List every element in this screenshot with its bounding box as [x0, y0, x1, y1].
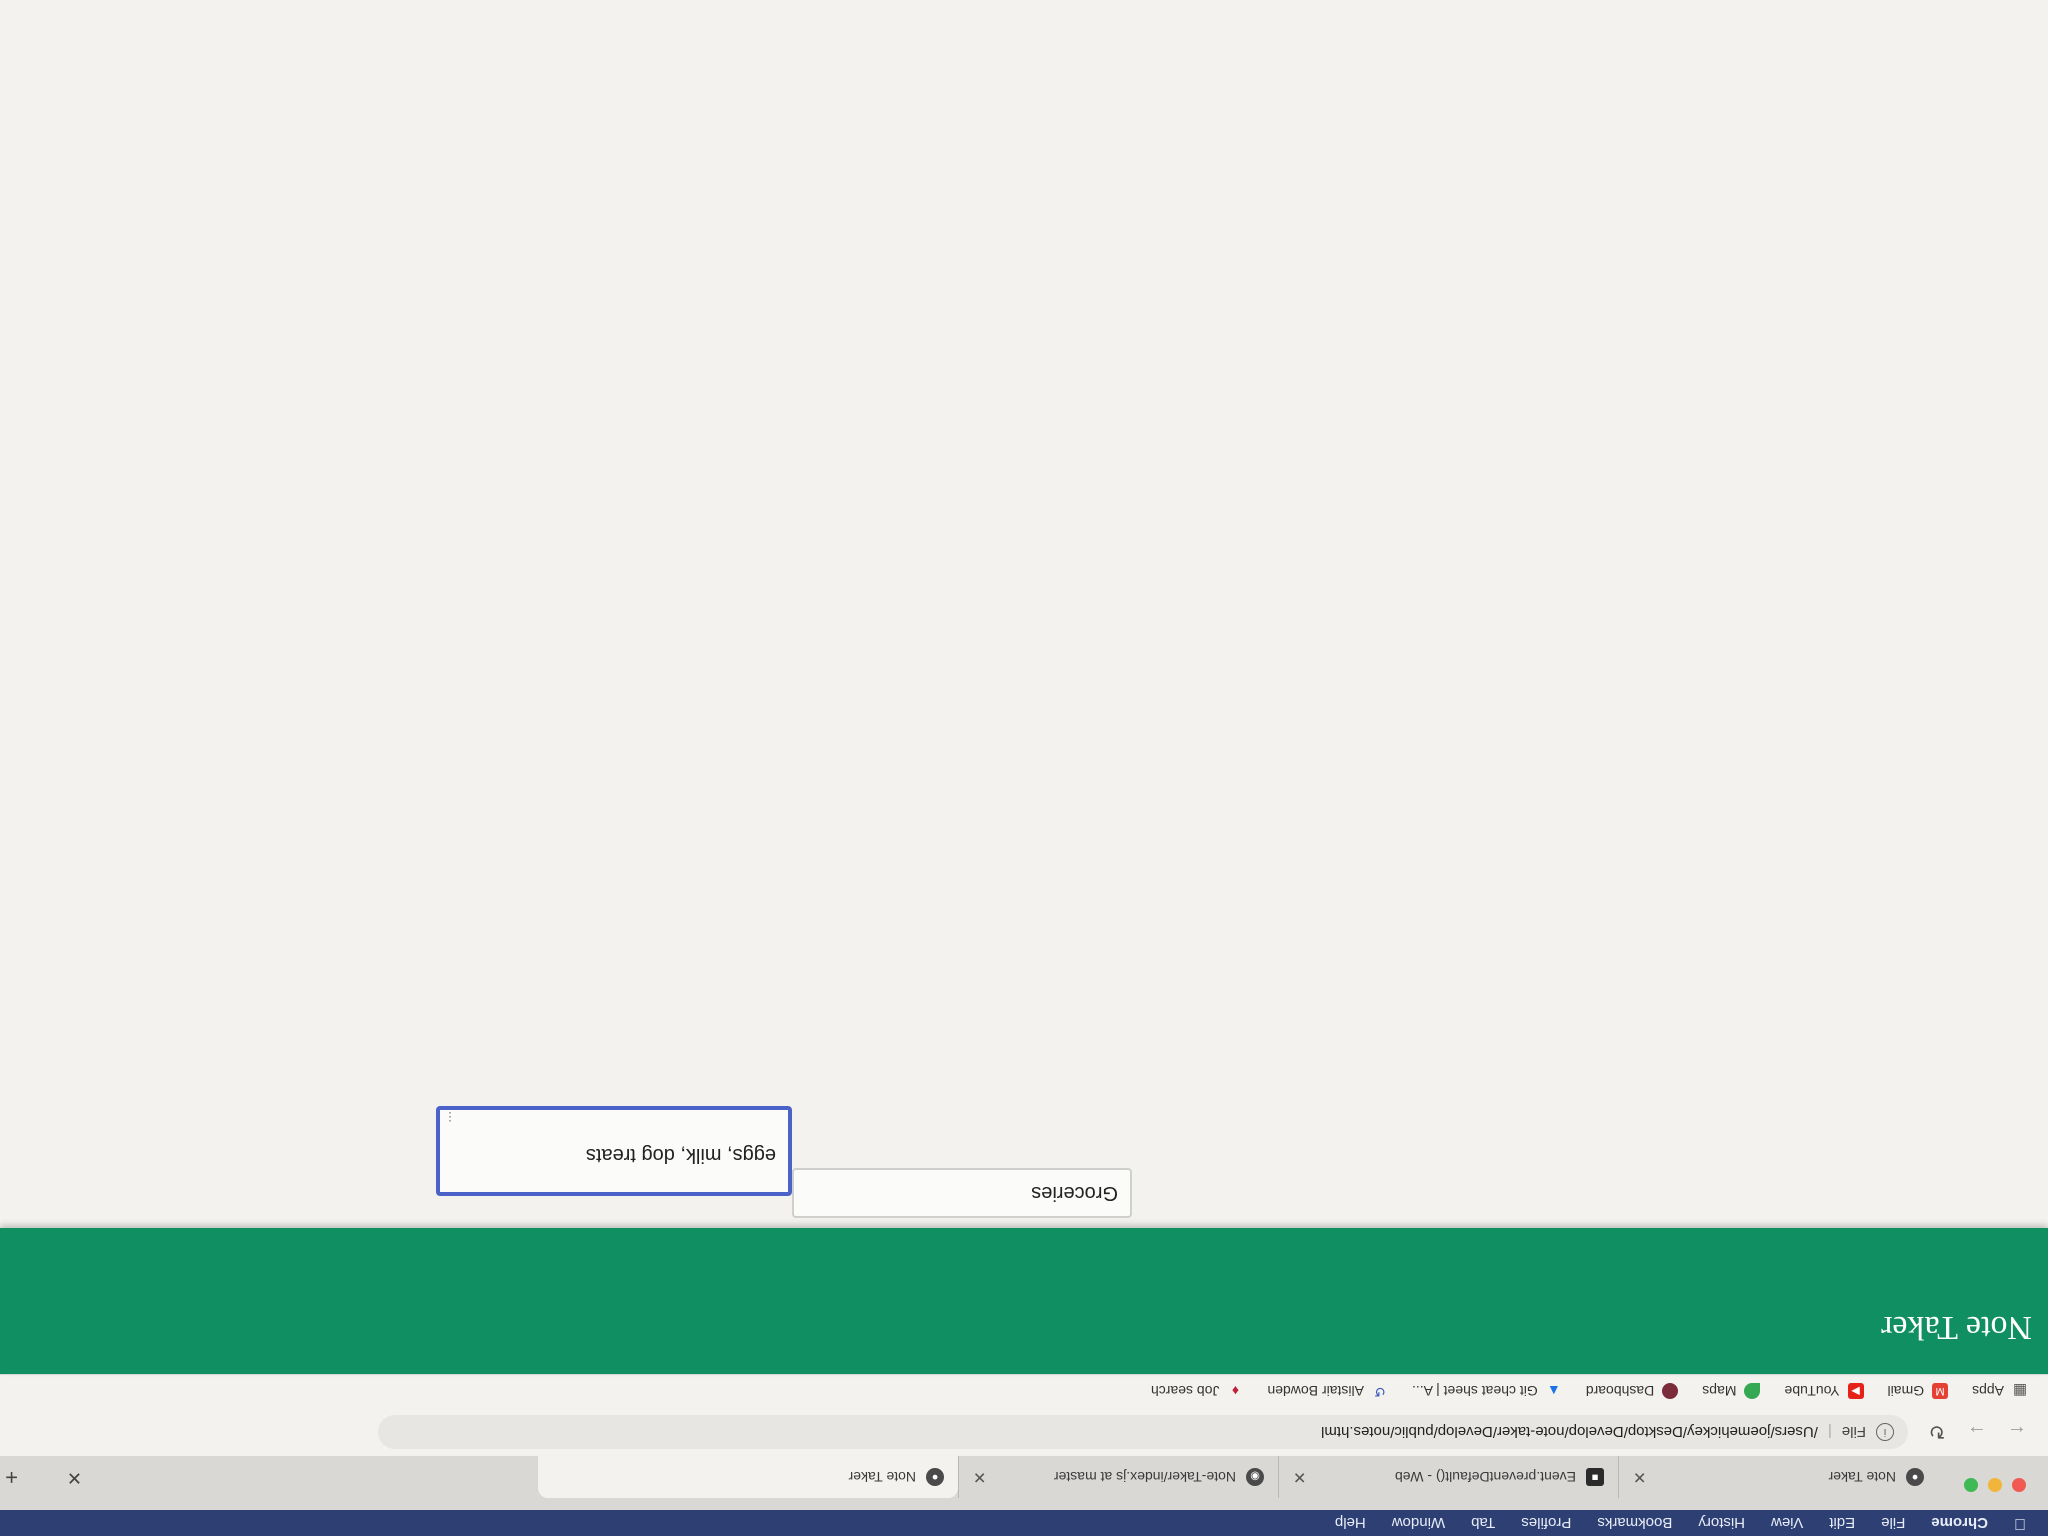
github-icon: ◉	[1246, 1468, 1264, 1486]
menu-tab[interactable]: Tab	[1471, 1515, 1495, 1532]
zoom-window-button[interactable]	[1964, 1478, 1978, 1492]
note-title-input[interactable]	[792, 1168, 1132, 1218]
dashboard-icon	[1662, 1383, 1679, 1400]
app-header-bar: Note Taker	[0, 1228, 2048, 1374]
back-arrow-icon[interactable]: ←	[2006, 1421, 2028, 1444]
app-title: Note Taker	[1881, 1309, 2032, 1346]
bookmark-label: Apps	[1972, 1383, 2004, 1400]
job-icon: ♦	[1231, 1383, 1240, 1400]
menu-app-name[interactable]: Chrome	[1931, 1515, 1988, 1532]
bookmark-apps[interactable]: ▦ Apps	[1972, 1382, 2028, 1400]
menu-bar:  Chrome File Edit View History Bookmark…	[0, 1510, 2048, 1536]
bookmark-job-search[interactable]: ♦ Job search	[1151, 1384, 1243, 1400]
tab-note-taker-active[interactable]: ● Note Taker	[538, 1456, 958, 1498]
tab-title: Note Taker	[1828, 1469, 1896, 1485]
close-icon[interactable]: ✕	[1293, 1467, 1306, 1487]
close-icon[interactable]: ✕	[973, 1467, 986, 1487]
window-controls	[1964, 1478, 2026, 1492]
drive-icon: ▲	[1546, 1383, 1561, 1400]
menu-help[interactable]: Help	[1335, 1515, 1366, 1532]
tab-title: Note-Taker/index.js at master	[1053, 1469, 1236, 1485]
tab-note-taker-1[interactable]: ● Note Taker ✕	[1618, 1456, 1938, 1498]
bookmark-alistair-bowden[interactable]: ↺ Alistair Bowden	[1267, 1383, 1388, 1401]
close-icon[interactable]: ✕	[67, 1467, 82, 1488]
close-window-button[interactable]	[2012, 1478, 2026, 1492]
info-icon[interactable]: i	[1876, 1423, 1894, 1441]
history-icon: ↺	[1374, 1384, 1386, 1400]
bookmark-maps[interactable]: Maps	[1702, 1383, 1761, 1400]
tab-mdn[interactable]: ■ Event.preventDefault() - Web ✕	[1278, 1456, 1618, 1498]
maps-icon	[1744, 1383, 1761, 1400]
bookmark-label: Alistair Bowden	[1267, 1383, 1364, 1400]
tab-github[interactable]: ◉ Note-Taker/index.js at master ✕	[958, 1456, 1278, 1498]
minimize-window-button[interactable]	[1988, 1478, 2002, 1492]
menu-history[interactable]: History	[1698, 1515, 1745, 1532]
gmail-icon: M	[1932, 1383, 1949, 1400]
menu-bookmarks[interactable]: Bookmarks	[1597, 1515, 1672, 1532]
menu-edit[interactable]: Edit	[1829, 1515, 1855, 1532]
note-body-textarea[interactable]: eggs, milk, dog treats	[436, 1106, 792, 1196]
globe-icon: ●	[926, 1468, 944, 1486]
bookmark-label: Job search	[1150, 1383, 1220, 1400]
close-icon[interactable]: ✕	[1633, 1467, 1646, 1487]
bookmark-dashboard[interactable]: Dashboard	[1585, 1383, 1679, 1400]
resize-grip-icon[interactable]: ⋮	[444, 1110, 456, 1124]
address-separator: |	[1827, 1423, 1832, 1441]
bookmarks-bar: ▦ Apps M Gmail ▶ YouTube Maps Dashboard …	[0, 1374, 2048, 1408]
menu-profiles[interactable]: Profiles	[1521, 1515, 1571, 1532]
reload-icon[interactable]: ↻	[1926, 1420, 1948, 1445]
apple-icon[interactable]: 	[2014, 1514, 2026, 1532]
bookmark-label: Git cheat sheet | A...	[1411, 1383, 1538, 1400]
apps-grid-icon: ▦	[2012, 1382, 2028, 1400]
address-scheme-label: File	[1841, 1423, 1866, 1441]
bookmark-youtube[interactable]: ▶ YouTube	[1784, 1383, 1864, 1400]
bookmark-git-cheat-sheet[interactable]: ▲ Git cheat sheet | A...	[1412, 1384, 1562, 1400]
tab-title: Note Taker	[848, 1469, 916, 1485]
bookmark-gmail[interactable]: M Gmail	[1887, 1383, 1949, 1400]
tab-strip: ● Note Taker ✕ ■ Event.preventDefault() …	[0, 1456, 2048, 1510]
menu-file[interactable]: File	[1881, 1515, 1905, 1532]
new-tab-icon[interactable]: +	[5, 1464, 18, 1490]
bookmark-label: Gmail	[1887, 1383, 1925, 1400]
youtube-icon: ▶	[1847, 1383, 1864, 1400]
menu-window[interactable]: Window	[1392, 1515, 1445, 1532]
tab-title: Event.preventDefault() - Web	[1394, 1469, 1576, 1485]
page-content: Note Taker eggs, milk, dog treats ⋮	[0, 0, 2048, 1374]
bookmark-label: YouTube	[1784, 1383, 1840, 1400]
forward-arrow-icon[interactable]: →	[1966, 1421, 1988, 1444]
bookmark-label: Maps	[1702, 1383, 1737, 1400]
screen:  Chrome File Edit View History Bookmark…	[0, 0, 2048, 1536]
address-bar[interactable]: i File | /Users/joemehickey/Desktop/Deve…	[378, 1415, 1908, 1449]
address-url[interactable]: /Users/joemehickey/Desktop/Develop/note-…	[1321, 1424, 1818, 1441]
browser-window: ● Note Taker ✕ ■ Event.preventDefault() …	[0, 0, 2048, 1510]
globe-icon: ●	[1906, 1468, 1924, 1486]
browser-toolbar: ← → ↻ i File | /Users/joemehickey/Deskto…	[0, 1408, 2048, 1456]
menu-view[interactable]: View	[1771, 1515, 1803, 1532]
bookmark-label: Dashboard	[1585, 1383, 1655, 1400]
mdn-icon: ■	[1586, 1468, 1604, 1486]
